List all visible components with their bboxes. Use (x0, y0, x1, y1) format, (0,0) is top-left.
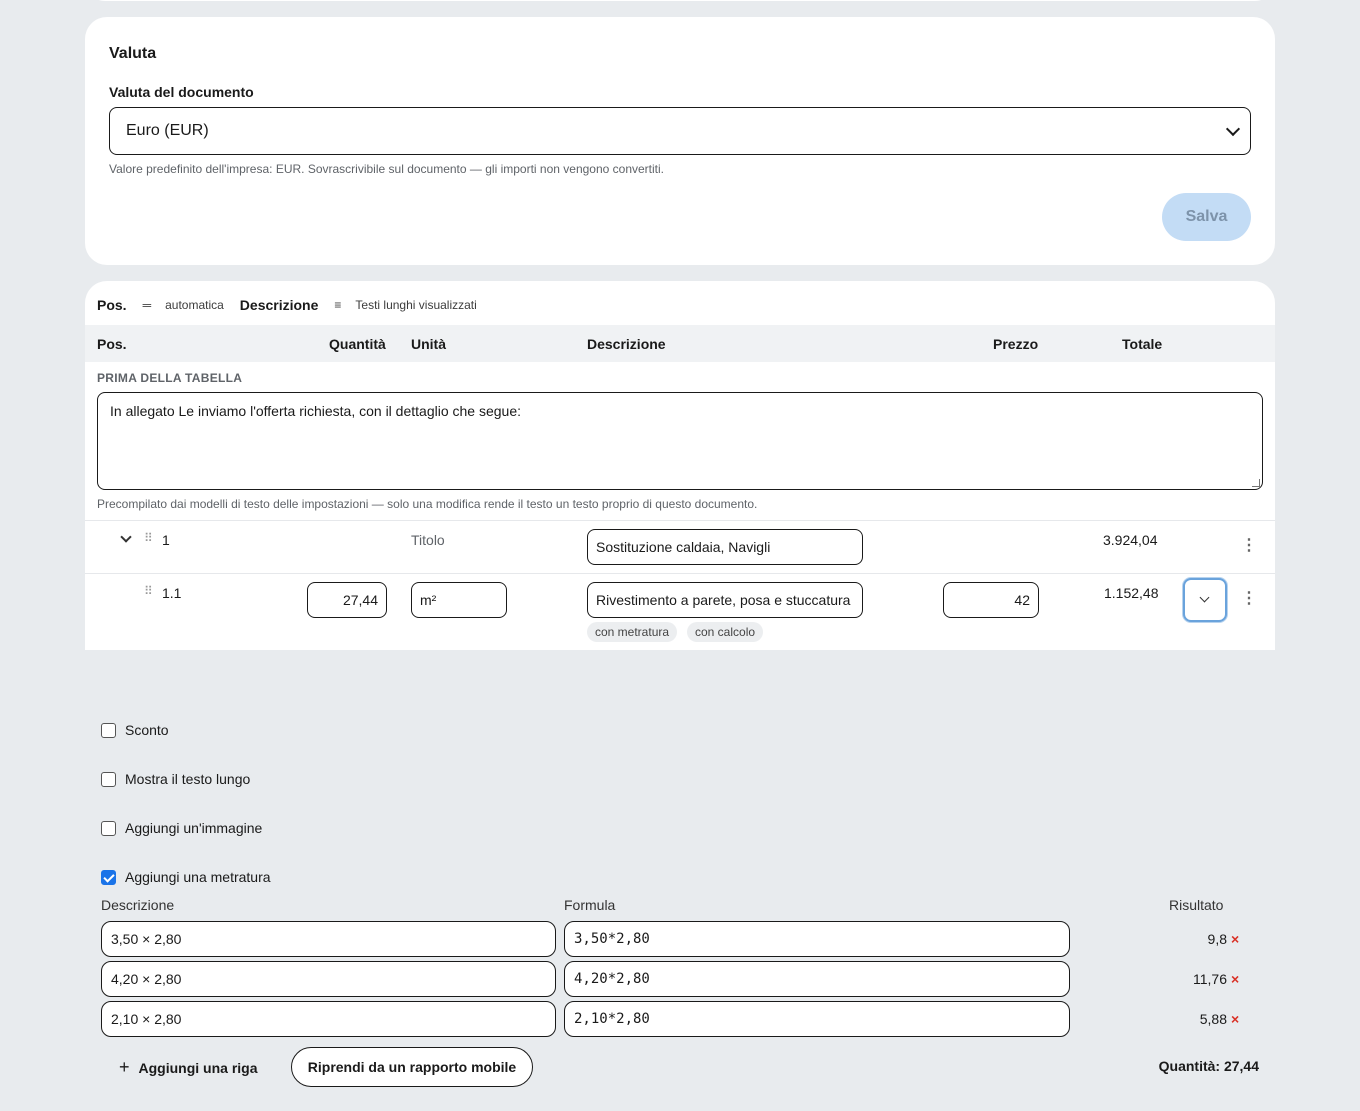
row-pos: 1 (162, 532, 170, 548)
chevron-down-icon (1199, 592, 1210, 603)
add-row-button[interactable]: + Aggiungi una riga (119, 1057, 258, 1078)
toolbar-pos-label: Pos. (97, 297, 127, 313)
measure-result: 5,88 (1199, 1011, 1227, 1027)
long-text-label: Mostra il testo lungo (125, 771, 251, 787)
currency-card-title: Valuta (109, 45, 157, 62)
toolbar-desc-label: Descrizione (239, 297, 319, 313)
row-total: 3.924,04 (1103, 532, 1158, 548)
row-description-input[interactable]: Rivestimento a parete, posa e stuccatura (587, 582, 863, 618)
currency-hint: Valore predefinito dell'impresa: EUR. So… (109, 162, 664, 176)
chip-calculation: con calcolo (687, 622, 764, 642)
equals-icon[interactable]: ═ (143, 298, 152, 312)
before-table-text: In allegato Le inviamo l'offerta richies… (110, 403, 521, 419)
table-toolbar: Pos. ═ automatica Descrizione ≡ Testi lu… (97, 295, 477, 315)
header-description: Descrizione (587, 336, 666, 352)
discount-checkbox[interactable] (101, 722, 116, 738)
row-total: 1.152,48 (1104, 585, 1159, 601)
header-pos: Pos. (97, 336, 127, 352)
before-table-label: PRIMA DELLA TABELLA (97, 371, 243, 385)
lines-icon[interactable]: ≡ (334, 298, 341, 312)
row-divider (85, 520, 1275, 521)
before-table-hint: Precompilato dai modelli di testo delle … (97, 497, 758, 511)
header-total: Totale (1122, 336, 1163, 352)
header-quantity: Quantità (329, 336, 386, 352)
discount-label: Sconto (125, 722, 169, 738)
measure-result: 11,76 (1193, 971, 1227, 987)
save-button[interactable]: Salva (1162, 193, 1251, 241)
positions-card: Pos. ═ automatica Descrizione ≡ Testi lu… (85, 281, 1275, 650)
currency-select[interactable]: Euro (EUR) (109, 107, 1251, 155)
delete-x-icon[interactable]: × (1231, 971, 1239, 987)
row-price-input[interactable]: 42 (943, 582, 1039, 618)
currency-select-value: Euro (EUR) (126, 122, 209, 139)
before-table-textarea[interactable]: In allegato Le inviamo l'offerta richies… (97, 392, 1263, 490)
add-image-option[interactable]: Aggiungi un'immagine (101, 820, 262, 836)
row-description-input[interactable]: Sostituzione caldaia, Navigli (587, 529, 863, 565)
expand-row-button[interactable] (1183, 578, 1227, 622)
plus-icon: + (119, 1057, 130, 1077)
discount-option[interactable]: Sconto (101, 722, 169, 738)
chip-measure: con metratura (587, 622, 678, 642)
long-text-option[interactable]: Mostra il testo lungo (101, 771, 250, 787)
drag-handle-icon[interactable]: ⠿ (144, 584, 153, 598)
currency-field-label: Valuta del documento (109, 84, 254, 100)
measure-description-input[interactable]: 4,20 × 2,80 (101, 961, 556, 997)
measure-header-description: Descrizione (101, 897, 175, 913)
header-unit: Unità (411, 336, 446, 352)
add-measure-option[interactable]: Aggiungi una metratura (101, 869, 271, 885)
measure-description-input[interactable]: 3,50 × 2,80 (101, 921, 556, 957)
row-divider (85, 573, 1275, 574)
long-text-checkbox[interactable] (101, 771, 116, 787)
row-unit-input[interactable]: m² (411, 582, 507, 618)
row-pos: 1.1 (162, 585, 182, 601)
table-header: Pos. Quantità Unità Descrizione Prezzo T… (85, 325, 1275, 362)
delete-x-icon[interactable]: × (1231, 1011, 1239, 1027)
import-mobile-report-button[interactable]: Riprendi da un rapporto mobile (291, 1047, 533, 1087)
resize-handle-icon[interactable] (1252, 479, 1260, 487)
more-vertical-icon[interactable]: ⋮ (1241, 591, 1257, 607)
measure-result: 9,8 (1207, 931, 1227, 947)
toolbar-desc-value[interactable]: Testi lunghi visualizzati (355, 298, 476, 312)
add-image-label: Aggiungi un'immagine (125, 820, 263, 836)
add-measure-label: Aggiungi una metratura (125, 869, 271, 885)
measure-header-result: Risultato (1169, 897, 1224, 913)
header-price: Prezzo (993, 336, 1039, 352)
chevron-down-icon (1225, 121, 1241, 136)
measure-formula-input[interactable]: 4,20*2,80 (564, 961, 1070, 997)
measure-formula-input[interactable]: 2,10*2,80 (564, 1001, 1070, 1037)
more-vertical-icon[interactable]: ⋮ (1241, 538, 1257, 554)
measure-header-formula: Formula (564, 897, 616, 913)
measure-formula-input[interactable]: 3,50*2,80 (564, 921, 1070, 957)
toolbar-pos-value[interactable]: automatica (165, 298, 224, 312)
drag-handle-icon[interactable]: ⠿ (144, 531, 153, 545)
measure-description-input[interactable]: 2,10 × 2,80 (101, 1001, 556, 1037)
add-image-checkbox[interactable] (101, 820, 116, 836)
delete-x-icon[interactable]: × (1231, 931, 1239, 947)
currency-card: Valuta Valuta del documento Euro (EUR) V… (85, 17, 1275, 265)
row-quantity-input[interactable]: 27,44 (307, 582, 387, 618)
collapse-chevron-icon[interactable] (120, 531, 132, 543)
row-unit: Titolo (411, 532, 445, 548)
add-measure-checkbox[interactable] (101, 869, 116, 885)
add-row-label: Aggiungi una riga (138, 1059, 258, 1076)
previous-card-edge (85, 0, 1275, 1)
measure-quantity-total: Quantità: 27,44 (1158, 1058, 1259, 1074)
